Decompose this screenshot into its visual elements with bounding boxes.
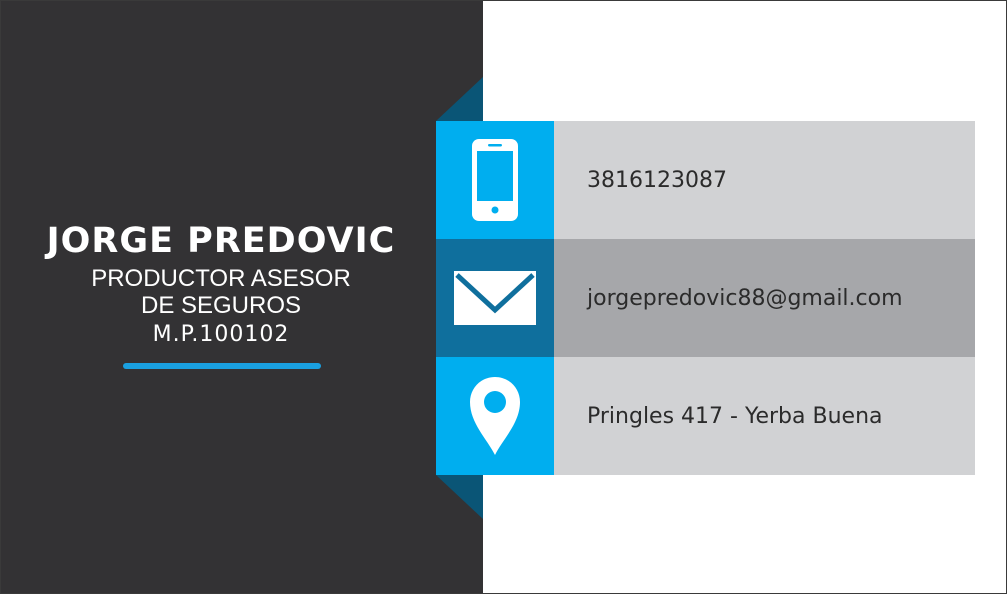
license-underline	[123, 363, 321, 369]
contact-row-address: Pringles 417 - Yerba Buena	[436, 357, 975, 475]
phone-icon	[472, 139, 518, 221]
role-line-1: PRODUCTOR ASESOR	[91, 265, 351, 292]
identity-block: JORGE PREDOVIC PRODUCTOR ASESOR DE SEGUR…	[21, 217, 421, 351]
email-icon-box	[436, 239, 554, 357]
street-address: Pringles 417 - Yerba Buena	[587, 403, 883, 429]
phone-number: 3816123087	[587, 167, 727, 193]
location-pin-icon	[470, 377, 520, 455]
address-info: Pringles 417 - Yerba Buena	[554, 357, 975, 475]
envelope-icon	[454, 271, 536, 325]
ribbon-fold-bottom	[436, 475, 483, 519]
address-icon-box	[436, 357, 554, 475]
role-line-2: DE SEGUROS	[140, 292, 302, 319]
email-info: jorgepredovic88@gmail.com	[554, 239, 975, 357]
business-card: JORGE PREDOVIC PRODUCTOR ASESOR DE SEGUR…	[0, 0, 1007, 594]
phone-info: 3816123087	[554, 121, 975, 239]
ribbon-fold-top	[436, 77, 483, 121]
contact-row-phone: 3816123087	[436, 121, 975, 239]
phone-icon-box	[436, 121, 554, 239]
license-number: M.P.100102	[152, 322, 290, 347]
email-address: jorgepredovic88@gmail.com	[587, 285, 903, 311]
contact-row-email: jorgepredovic88@gmail.com	[436, 239, 975, 357]
person-name: JORGE PREDOVIC	[46, 221, 396, 261]
